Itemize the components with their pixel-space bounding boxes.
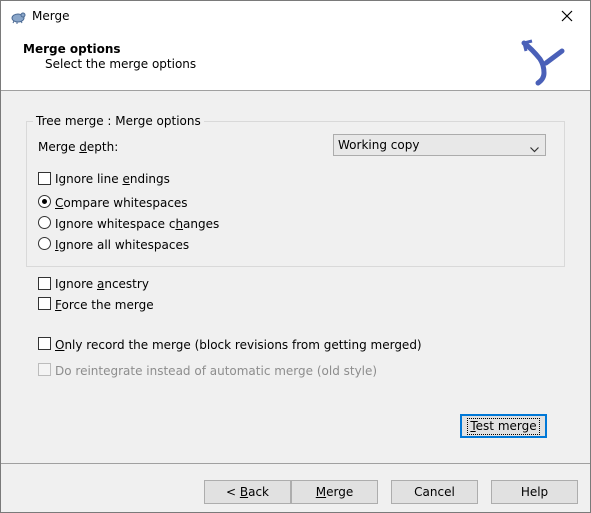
only-record-merge-label: Only record the merge (block revisions f… <box>55 338 422 352</box>
help-label: Help <box>520 485 549 499</box>
ignore-all-whitespaces-label: Ignore all whitespaces <box>55 238 190 252</box>
page-subtitle: Select the merge options <box>45 57 197 71</box>
title-bar: Merge <box>1 1 590 32</box>
merge-dialog: Merge Merge options Select the merge opt… <box>0 0 591 513</box>
merge-label: Merge <box>315 485 354 499</box>
test-merge-button[interactable]: Test merge <box>460 414 547 438</box>
close-icon <box>561 10 573 22</box>
window-title: Merge <box>32 9 70 23</box>
checkbox-box[interactable] <box>38 297 51 310</box>
ignore-ancestry-label: Ignore ancestry <box>55 277 149 291</box>
checkbox-box[interactable] <box>38 337 51 350</box>
chevron-down-icon <box>530 142 539 156</box>
radio-button[interactable] <box>38 216 51 229</box>
group-legend: Tree merge : Merge options <box>33 114 204 128</box>
merge-depth-label: Merge depth: <box>38 140 119 154</box>
page-title: Merge options <box>23 42 121 56</box>
footer-divider <box>1 463 590 464</box>
cancel-button[interactable]: Cancel <box>391 480 478 504</box>
compare-whitespaces-label: Compare whitespaces <box>55 196 188 210</box>
back-button[interactable]: < Back <box>204 480 291 504</box>
checkbox-box[interactable] <box>38 172 51 185</box>
wizard-header: Merge options Select the merge options <box>1 32 590 91</box>
radio-button[interactable] <box>38 237 51 250</box>
merge-button[interactable]: Merge <box>291 480 378 504</box>
help-button[interactable]: Help <box>491 480 578 504</box>
checkbox-box-disabled <box>38 363 51 376</box>
close-button[interactable] <box>544 1 590 32</box>
merge-depth-select[interactable]: Working copy <box>333 134 546 156</box>
force-merge-label: Force the merge <box>55 298 154 312</box>
checkbox-box[interactable] <box>38 277 51 290</box>
merge-depth-value: Working copy <box>338 138 420 152</box>
ignore-line-endings-label: Ignore line endings <box>55 172 170 186</box>
svn-merge-logo <box>518 35 570 87</box>
cancel-label: Cancel <box>414 485 455 499</box>
test-merge-label: Test merge <box>467 418 540 435</box>
tortoise-icon <box>10 9 26 25</box>
radio-selected-dot <box>42 199 47 204</box>
reintegrate-label: Do reintegrate instead of automatic merg… <box>55 364 378 378</box>
ignore-whitespace-changes-label: Ignore whitespace changes <box>55 217 220 231</box>
radio-button[interactable] <box>38 195 51 208</box>
back-label: < Back <box>225 485 269 499</box>
